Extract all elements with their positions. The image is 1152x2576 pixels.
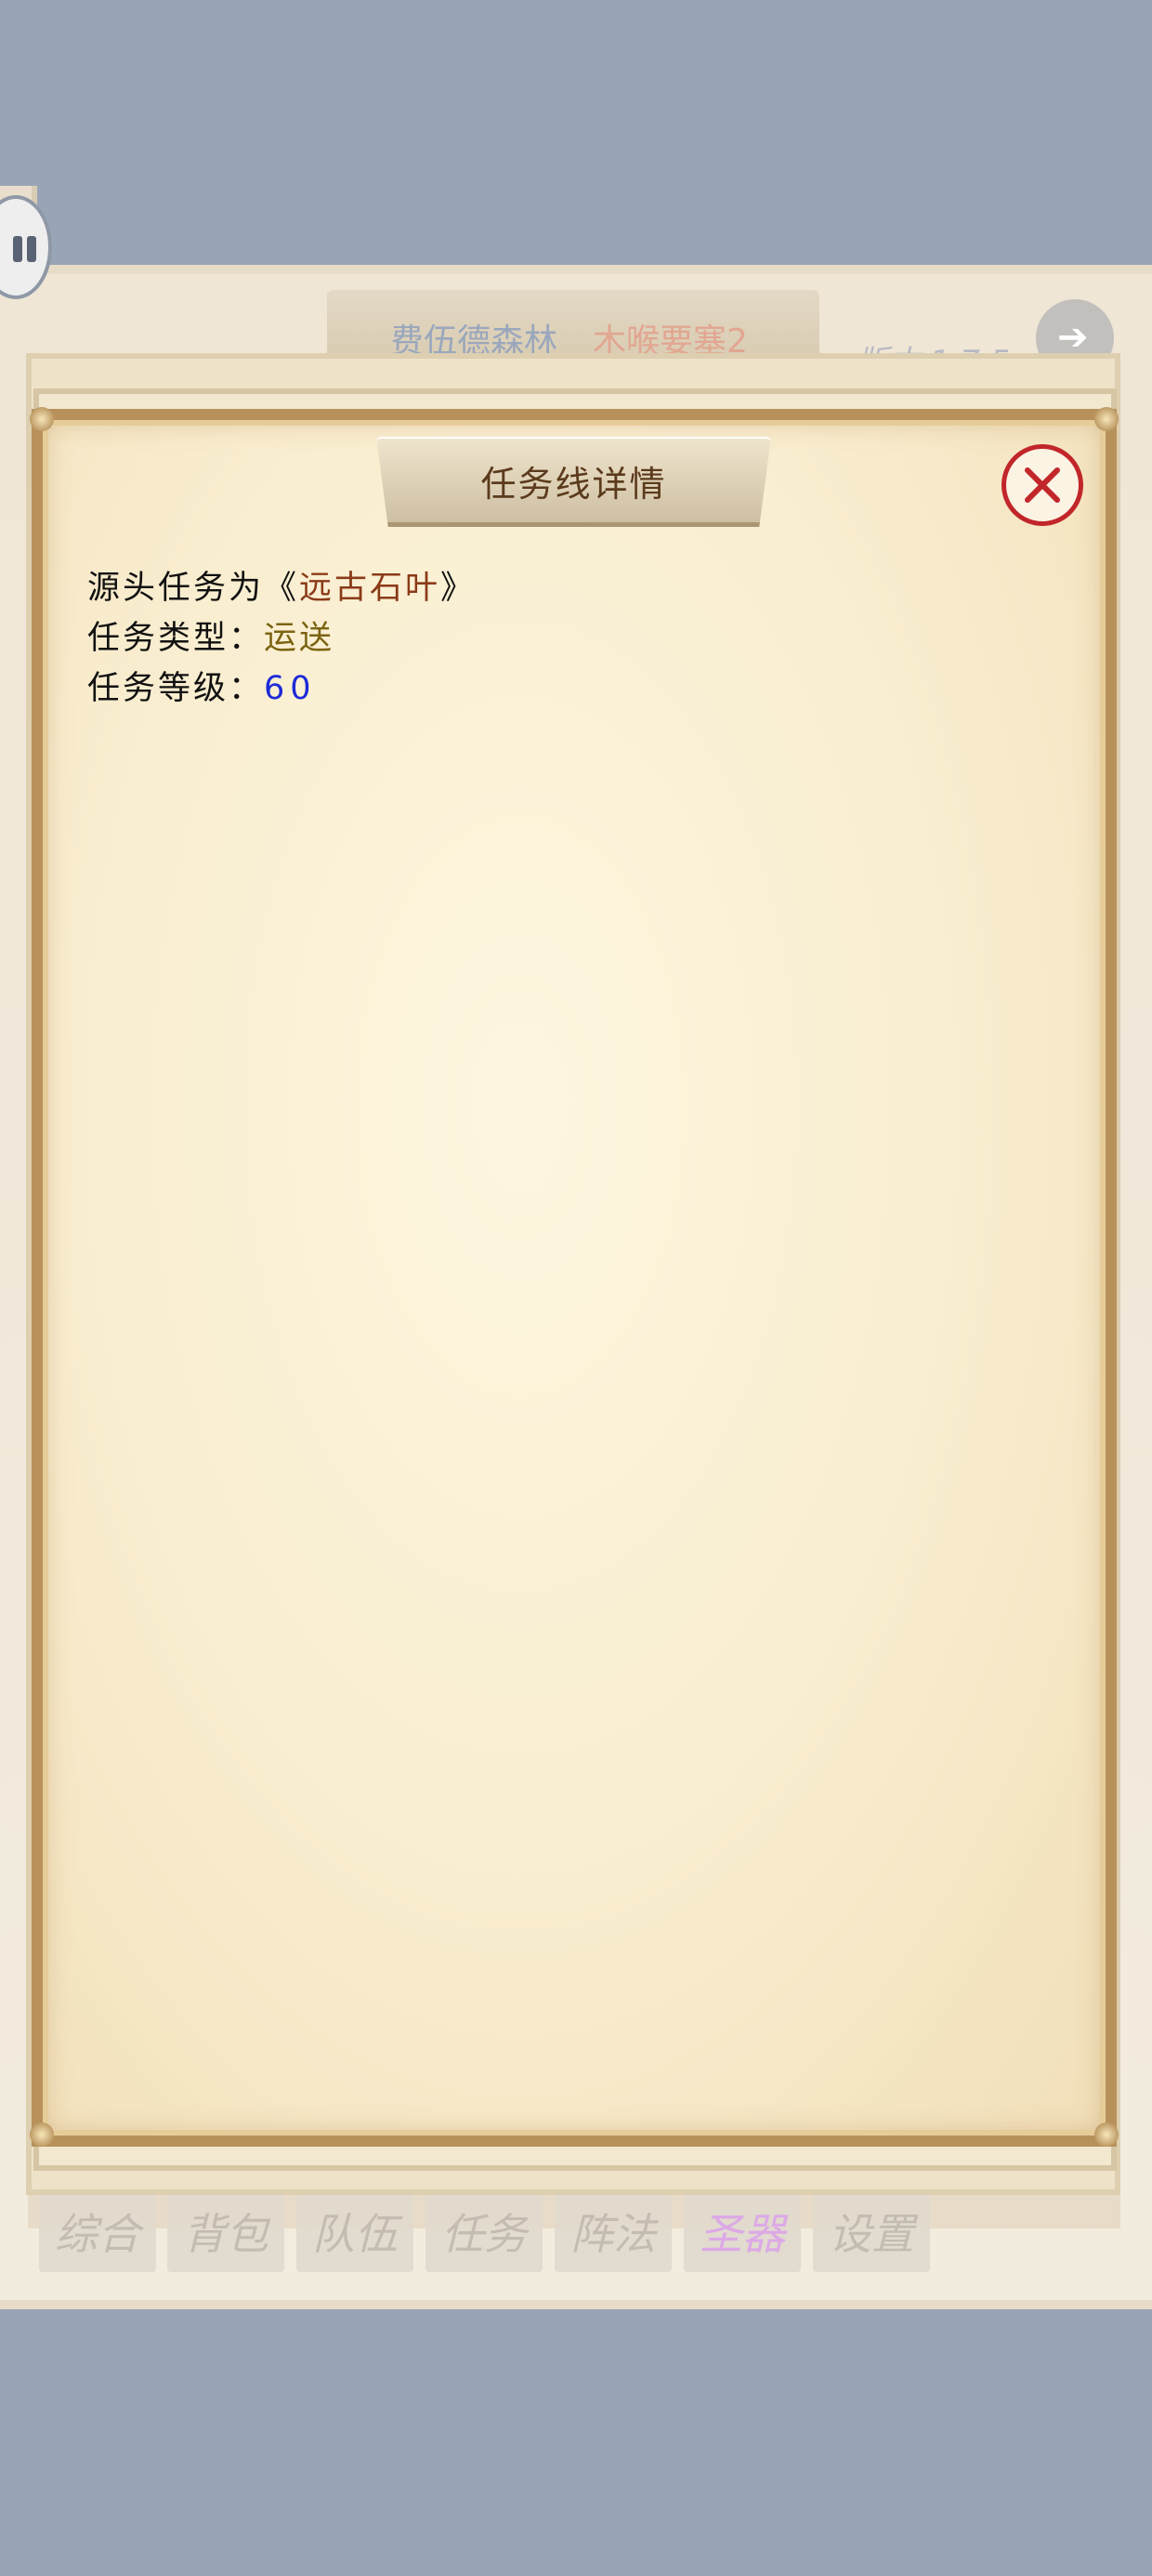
quest-type-value: 运送 <box>264 620 335 657</box>
tab-quests[interactable]: 任务 <box>425 2190 543 2272</box>
quest-level-value: 60 <box>264 670 317 707</box>
dialog-title-plate: 任务线详情 <box>376 437 771 527</box>
dialog-title: 任务线详情 <box>480 463 667 505</box>
tab-bag[interactable]: 背包 <box>167 2190 284 2272</box>
tab-settings[interactable]: 设置 <box>813 2190 930 2272</box>
tab-formation[interactable]: 阵法 <box>555 2190 672 2272</box>
tab-team[interactable]: 队伍 <box>296 2190 413 2272</box>
frame-corner-ornament <box>30 407 54 431</box>
quest-level-label: 任务等级： <box>87 670 265 707</box>
quest-name-open-bracket: 《 <box>264 570 300 607</box>
frame-corner-ornament <box>1094 2123 1119 2147</box>
quest-type-line: 任务类型：运送 <box>87 611 334 659</box>
quest-level-line: 任务等级：60 <box>87 662 317 709</box>
source-quest-label: 源头任务为 <box>87 570 265 607</box>
source-quest-line: 源头任务为《远古石叶》 <box>87 561 476 609</box>
source-quest-name: 远古石叶 <box>299 570 441 607</box>
close-icon <box>1025 467 1060 503</box>
frame-corner-ornament <box>30 2123 54 2147</box>
frame-corner-ornament <box>1094 407 1119 431</box>
quest-type-label: 任务类型： <box>87 620 265 657</box>
quest-name-close-bracket: 》 <box>440 570 477 607</box>
close-button[interactable] <box>1001 444 1083 526</box>
tab-relic[interactable]: 圣器 <box>684 2190 801 2272</box>
tab-general[interactable]: 综合 <box>39 2190 156 2272</box>
